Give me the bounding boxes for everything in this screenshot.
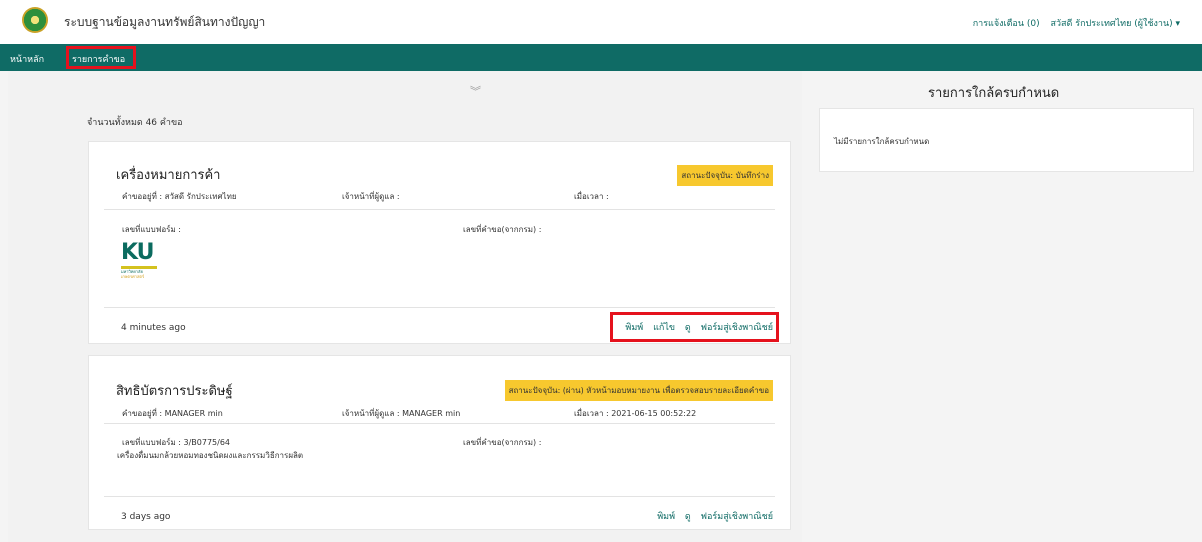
user-menu[interactable]: สวัสดี รักประเทศไทย (ผู้ใช้งาน) ▾	[1050, 19, 1180, 29]
view-link[interactable]: ดู	[685, 512, 691, 522]
officer: เจ้าหน้าที่ผู้ดูแล :	[342, 192, 400, 201]
view-link[interactable]: ดู	[685, 323, 691, 333]
due-soon-box: ไม่มีรายการใกล้ครบกำหนด	[819, 108, 1194, 172]
print-link[interactable]: พิมพ์	[657, 512, 675, 522]
double-chevron-down-icon[interactable]: ︾	[470, 83, 481, 99]
time-ago: 4 minutes ago	[121, 323, 186, 333]
datetime: เมื่อเวลา :	[574, 192, 609, 201]
print-link[interactable]: พิมพ์	[625, 323, 643, 333]
nav-home[interactable]: หน้าหลัก	[10, 52, 44, 66]
university-seal-icon[interactable]	[22, 7, 48, 33]
requester: คำขออยู่ที่ : สวัสดี รักประเทศไทย	[122, 192, 237, 201]
card-title: สิทธิบัตรการประดิษฐ์	[116, 384, 233, 399]
request-card: เครื่องหมายการค้า สถานะปัจจุบัน: บันทึกร…	[88, 141, 791, 344]
ku-logo-sub2: เกษตรศาสตร์	[121, 274, 145, 279]
notifications-link[interactable]: การแจ้งเตือน (0)	[973, 19, 1040, 29]
ku-logo: KU มหาวิทยาลัย เกษตรศาสตร์	[121, 242, 159, 288]
total-count: จำนวนทั้งหมด 46 คำขอ	[87, 118, 183, 128]
form-number: เลขที่แบบฟอร์ม : 3/B0775/64	[122, 438, 231, 447]
due-soon-title: รายการใกล้ครบกำหนด	[928, 86, 1060, 101]
divider	[104, 307, 775, 308]
request-number: เลขที่คำขอ(จากกรม) :	[463, 225, 542, 234]
card-actions: พิมพ์ ดู ฟอร์มสู่เชิงพาณิชย์	[650, 509, 773, 523]
commercial-form-link[interactable]: ฟอร์มสู่เชิงพาณิชย์	[701, 512, 773, 522]
status-badge: สถานะปัจจุบัน: (ผ่าน) หัวหน้ามอบหมายงาน …	[504, 380, 773, 401]
header-right: การแจ้งเตือน (0) สวัสดี รักประเทศไทย (ผู…	[965, 16, 1180, 30]
request-description: เครื่องดื่มนมกล้วยหอมทองชนิดผงและกรรมวิธ…	[117, 451, 304, 460]
commercial-form-link[interactable]: ฟอร์มสู่เชิงพาณิชย์	[701, 323, 773, 333]
ku-logo-text: KU	[121, 240, 155, 265]
app-title[interactable]: ระบบฐานข้อมูลงานทรัพย์สินทางปัญญา	[64, 13, 265, 32]
card-actions: พิมพ์ แก้ไข ดู ฟอร์มสู่เชิงพาณิชย์	[618, 320, 773, 334]
requester: คำขออยู่ที่ : MANAGER min	[122, 409, 223, 418]
request-list-panel: ︾ จำนวนทั้งหมด 46 คำขอ เครื่องหมายการค้า…	[8, 71, 802, 542]
due-soon-empty: ไม่มีรายการใกล้ครบกำหนด	[834, 137, 930, 146]
divider	[104, 209, 775, 210]
datetime: เมื่อเวลา : 2021-06-15 00:52:22	[574, 409, 697, 418]
request-card: สิทธิบัตรการประดิษฐ์ สถานะปัจจุบัน: (ผ่า…	[88, 355, 791, 530]
nav-requests[interactable]: รายการคำขอ	[72, 52, 125, 66]
due-soon-panel: รายการใกล้ครบกำหนด ไม่มีรายการใกล้ครบกำห…	[810, 71, 1202, 542]
officer: เจ้าหน้าที่ผู้ดูแล : MANAGER min	[342, 409, 461, 418]
main-nav: หน้าหลัก รายการคำขอ	[0, 44, 1202, 71]
request-number: เลขที่คำขอ(จากกรม) :	[463, 438, 542, 447]
time-ago: 3 days ago	[121, 512, 171, 522]
divider	[104, 423, 775, 424]
status-badge: สถานะปัจจุบัน: บันทึกร่าง	[677, 165, 773, 186]
card-title: เครื่องหมายการค้า	[116, 168, 221, 183]
content-area: ︾ จำนวนทั้งหมด 46 คำขอ เครื่องหมายการค้า…	[0, 71, 1202, 542]
divider	[104, 496, 775, 497]
form-number: เลขที่แบบฟอร์ม :	[122, 225, 181, 234]
edit-link[interactable]: แก้ไข	[653, 323, 675, 333]
top-header: ระบบฐานข้อมูลงานทรัพย์สินทางปัญญา การแจ้…	[0, 0, 1202, 44]
